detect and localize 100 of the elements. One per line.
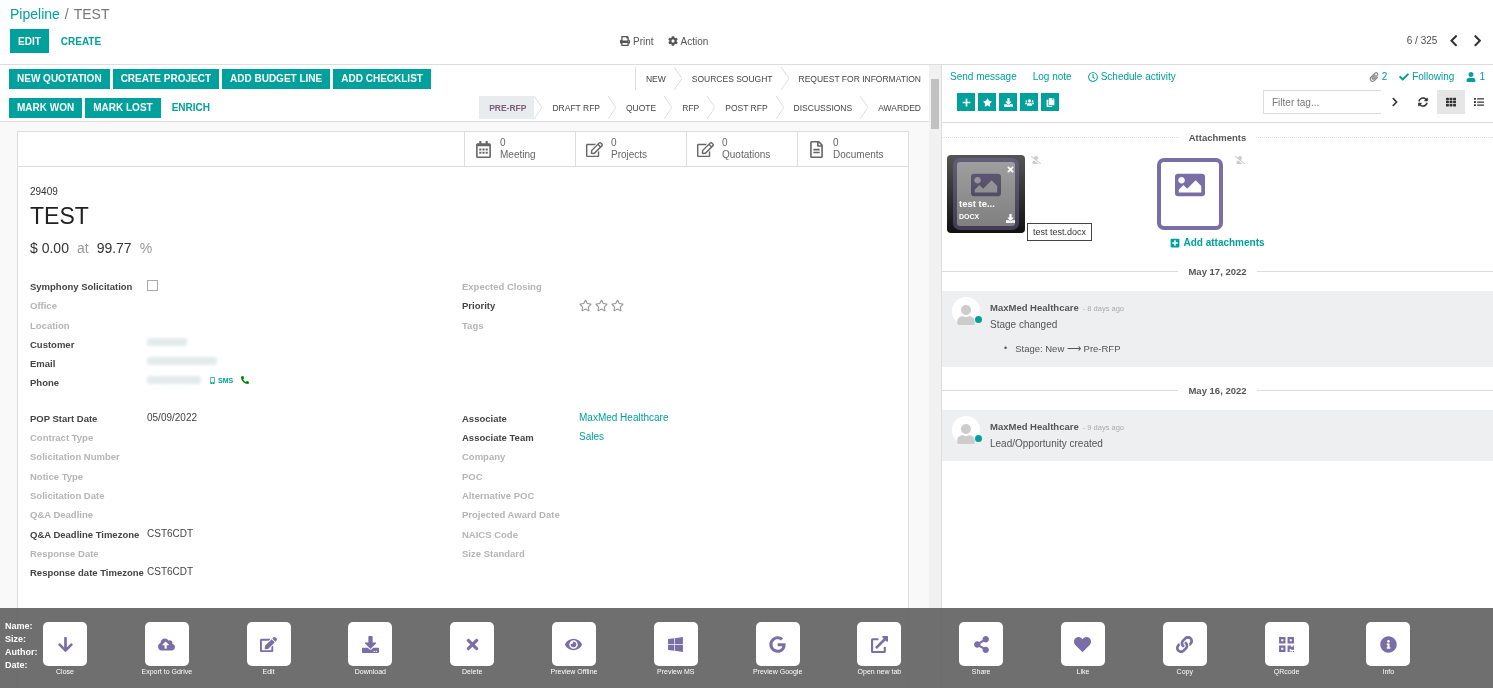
viewer-button[interactable] bbox=[653, 622, 698, 666]
blurred-value bbox=[147, 357, 217, 366]
viewer-button[interactable] bbox=[959, 622, 1004, 666]
field-link[interactable]: MaxMed Healthcare bbox=[579, 411, 669, 423]
paperclip-icon bbox=[1368, 71, 1379, 82]
field-label: Q&A Deadline Timezone bbox=[30, 527, 141, 541]
arrow-down-icon bbox=[56, 635, 74, 653]
attachment-count[interactable]: 2 bbox=[1368, 71, 1388, 82]
star-icon[interactable] bbox=[611, 299, 624, 313]
field-label: Priority bbox=[462, 299, 497, 313]
priority-stars[interactable] bbox=[579, 299, 624, 313]
followers-count[interactable]: 1 bbox=[1466, 71, 1485, 82]
chatter-action[interactable]: Schedule activity bbox=[1087, 71, 1176, 82]
viewer-button[interactable] bbox=[1366, 622, 1411, 666]
viewer-button[interactable] bbox=[857, 622, 902, 666]
following-button[interactable]: Following bbox=[1399, 71, 1455, 82]
section-title: Attachments bbox=[1188, 132, 1247, 143]
viewer-button[interactable] bbox=[43, 622, 87, 666]
mobile-icon bbox=[209, 377, 216, 384]
viewer-button[interactable] bbox=[1162, 622, 1207, 666]
phone-icon[interactable] bbox=[241, 376, 250, 385]
checkbox[interactable] bbox=[147, 280, 158, 291]
add-attachments-link[interactable]: Add attachments bbox=[1170, 237, 1265, 248]
external-link-icon bbox=[870, 635, 888, 653]
message-body: Stage changed bbox=[990, 319, 1059, 330]
blurred-value bbox=[147, 337, 187, 346]
plus-icon bbox=[961, 97, 971, 107]
tool-button[interactable] bbox=[1020, 93, 1038, 111]
action-button[interactable]: NEW QUOTATION bbox=[9, 68, 110, 89]
refresh-icon bbox=[1418, 97, 1428, 107]
print-icon bbox=[620, 36, 630, 46]
close-icon[interactable] bbox=[1006, 165, 1015, 174]
viewer-button[interactable] bbox=[450, 622, 495, 666]
field-label: Response date Timezone bbox=[30, 566, 145, 580]
download-icon[interactable] bbox=[1006, 214, 1015, 223]
edit-icon bbox=[697, 140, 714, 158]
grid-view-button[interactable] bbox=[1437, 90, 1465, 114]
field-label: Associate Team bbox=[462, 431, 535, 445]
action-button[interactable]: MARK LOST bbox=[85, 97, 161, 118]
info-label: Name: bbox=[5, 620, 34, 633]
tool-button[interactable] bbox=[999, 93, 1017, 111]
field-label: Tags bbox=[462, 318, 485, 332]
message-body: Lead/Opportunity created bbox=[990, 438, 1104, 449]
field-label: Expected Closing bbox=[462, 280, 543, 293]
field-label: Projected Award Date bbox=[462, 508, 561, 522]
copy-icon bbox=[1045, 97, 1055, 107]
tool-button[interactable] bbox=[1041, 93, 1059, 111]
viewer-button[interactable] bbox=[144, 622, 189, 666]
action-button[interactable]: CREATE PROJECT bbox=[112, 68, 219, 89]
plus-icon bbox=[1170, 237, 1181, 248]
tool-button[interactable] bbox=[978, 93, 996, 111]
field-label: Company bbox=[462, 450, 507, 464]
breadcrumb-link[interactable]: Pipeline bbox=[10, 6, 60, 22]
action-button[interactable]: ADD CHECKLIST bbox=[333, 68, 431, 89]
filter-tag-field[interactable]: Filter tag... bbox=[1263, 90, 1381, 114]
info-label: Author: bbox=[5, 646, 38, 659]
toolbar-action[interactable]: Action bbox=[667, 35, 709, 47]
field-link[interactable]: Sales bbox=[579, 431, 604, 443]
field-label: Customer bbox=[30, 337, 76, 351]
link-icon bbox=[1176, 635, 1194, 653]
viewer-button[interactable] bbox=[348, 622, 393, 666]
record-id: 29409 bbox=[30, 186, 59, 197]
info-label: Size: bbox=[5, 633, 27, 646]
viewer-button[interactable] bbox=[1264, 622, 1309, 666]
tooltip: test test.docx bbox=[1027, 223, 1093, 241]
breadcrumb-separator: / bbox=[64, 6, 69, 22]
gear-icon bbox=[667, 36, 678, 46]
star-icon[interactable] bbox=[595, 299, 608, 313]
attachment-name: test te... bbox=[959, 198, 995, 209]
field-value: CST6CDT bbox=[147, 527, 194, 539]
field-label: Solicitation Number bbox=[30, 450, 121, 464]
download-icon bbox=[1003, 97, 1013, 107]
action-button[interactable]: MARK WON bbox=[9, 97, 83, 118]
viewer-button[interactable] bbox=[552, 622, 596, 666]
user-icon bbox=[1031, 155, 1041, 165]
edit-icon bbox=[586, 140, 603, 158]
field-value: 05/09/2022 bbox=[147, 411, 198, 423]
user-icon bbox=[1466, 71, 1477, 82]
stage-button[interactable]: PRE-RFP bbox=[479, 96, 535, 119]
star-icon[interactable] bbox=[579, 299, 592, 313]
viewer-button[interactable] bbox=[1060, 622, 1105, 666]
list-icon bbox=[1474, 97, 1484, 107]
edit-icon bbox=[260, 635, 278, 653]
field-label: Q&A Deadline bbox=[30, 508, 94, 522]
field-label: POC bbox=[462, 469, 484, 483]
tool-button[interactable] bbox=[957, 93, 975, 111]
at-label: at bbox=[76, 240, 89, 256]
field-label: Location bbox=[30, 318, 71, 332]
edit-button[interactable]: EDIT bbox=[10, 29, 49, 53]
viewer-button[interactable] bbox=[246, 622, 291, 666]
toolbar-action[interactable]: Print bbox=[620, 35, 654, 47]
chatter-action[interactable]: Log note bbox=[1032, 71, 1072, 82]
create-button[interactable]: CREATE bbox=[52, 29, 110, 53]
message-author: MaxMed Healthcare bbox=[990, 421, 1079, 432]
action-button[interactable]: ADD BUDGET LINE bbox=[222, 68, 331, 89]
viewer-button[interactable] bbox=[755, 622, 800, 666]
chatter-action[interactable]: Send message bbox=[950, 71, 1017, 82]
field-label: POP Start Date bbox=[30, 411, 99, 425]
pager-counter: 6 / 325 bbox=[1406, 35, 1438, 47]
action-button[interactable]: ENRICH bbox=[163, 97, 218, 118]
